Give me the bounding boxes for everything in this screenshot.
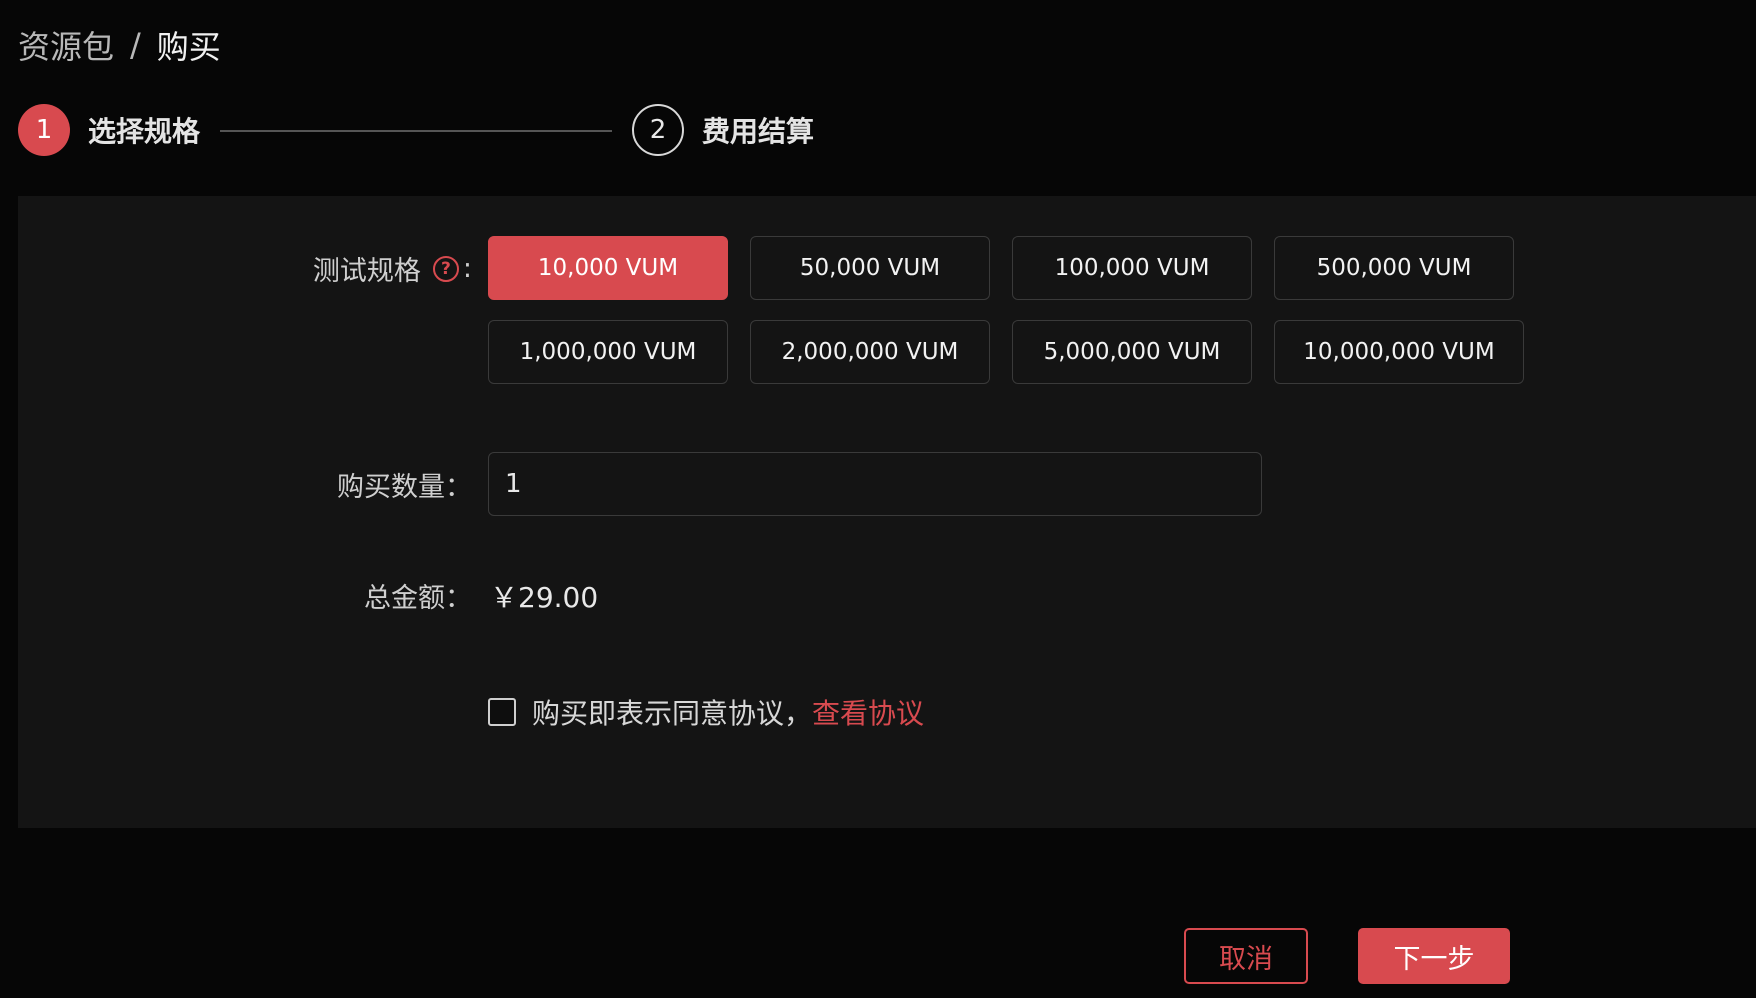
spec-option-10000[interactable]: 10,000 VUM: [488, 236, 728, 300]
step-1-label: 选择规格: [88, 115, 201, 148]
agreement-text: 购买即表示同意协议，: [532, 697, 813, 730]
breadcrumb-parent[interactable]: 资源包: [18, 22, 114, 68]
step-2: 2 费用结算: [632, 104, 814, 156]
step-2-number: 2: [632, 104, 684, 156]
total-label: 总金额：: [364, 583, 472, 614]
step-2-label: 费用结算: [702, 115, 815, 148]
spec-label-colon: :: [462, 253, 472, 284]
next-step-button[interactable]: 下一步: [1358, 928, 1510, 984]
breadcrumb: 资源包 / 购买: [18, 22, 221, 68]
spec-option-5000000[interactable]: 5,000,000 VUM: [1012, 320, 1252, 384]
spec-label: 测试规格: [312, 256, 421, 287]
quantity-label: 购买数量：: [337, 472, 472, 503]
total-amount: ￥29.00: [490, 581, 599, 614]
spec-option-10000000[interactable]: 10,000,000 VUM: [1274, 320, 1524, 384]
spec-option-500000[interactable]: 500,000 VUM: [1274, 236, 1514, 300]
breadcrumb-current: 购买: [156, 28, 221, 66]
view-agreement-link[interactable]: 查看协议: [812, 692, 924, 732]
stepper: 1 选择规格 2 费用结算: [18, 104, 818, 156]
question-circle-icon[interactable]: ?: [432, 255, 459, 282]
agreement-row: 购买即表示同意协议， 查看协议: [488, 692, 924, 732]
cancel-button[interactable]: 取消: [1184, 928, 1308, 984]
spec-option-100000[interactable]: 100,000 VUM: [1012, 236, 1252, 300]
breadcrumb-separator: /: [130, 26, 141, 64]
spec-option-50000[interactable]: 50,000 VUM: [750, 236, 990, 300]
step-connector: [220, 130, 612, 132]
spec-label-row: 测试规格 ? :: [313, 249, 472, 288]
agreement-checkbox[interactable]: [488, 698, 516, 726]
spec-option-2000000[interactable]: 2,000,000 VUM: [750, 320, 990, 384]
spec-option-1000000[interactable]: 1,000,000 VUM: [488, 320, 728, 384]
step-1-number: 1: [18, 104, 70, 156]
step-1: 1 选择规格: [18, 104, 200, 156]
quantity-input[interactable]: [488, 452, 1262, 516]
